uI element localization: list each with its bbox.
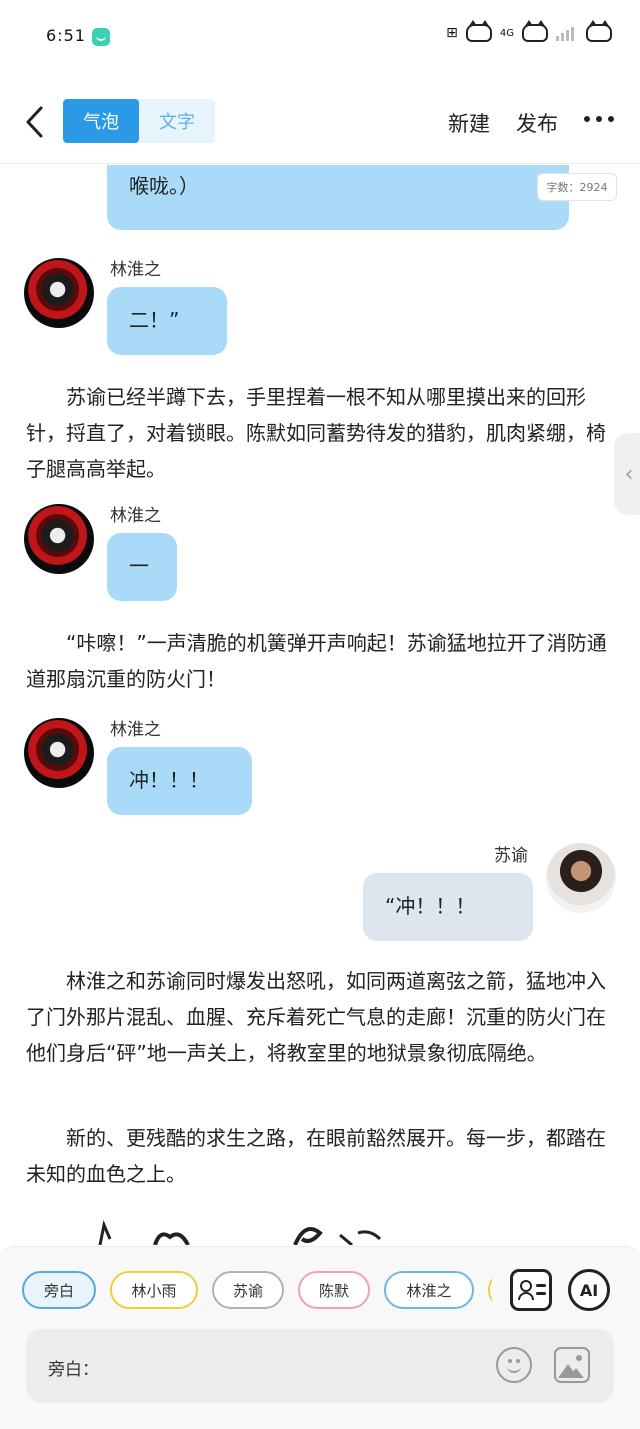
more-icon[interactable] [584, 116, 614, 126]
speaker-name: 苏谕 [494, 846, 528, 866]
role-chip-lin-xiaoyu[interactable]: 林小雨 [110, 1271, 198, 1309]
status-time: 6:51 [46, 26, 86, 45]
role-chips: 旁白 林小雨 苏谕 陈默 林淮之 [22, 1271, 492, 1311]
message-bubble[interactable]: “冲！！！ [363, 873, 533, 941]
role-chip-chen-mo[interactable]: 陈默 [298, 1271, 370, 1309]
avatar[interactable] [24, 504, 94, 574]
narration-paragraph[interactable]: 苏谕已经半蹲下去，手里捏着一根不知从哪里摸出来的回形针，捋直了，对着锁眼。陈默如… [26, 379, 614, 487]
message-text: 二……（他盯着后门的方向，心脏几乎要跳出喉咙。） [129, 174, 199, 198]
narration-paragraph[interactable]: “咔嚓！”一声清脆的机簧弹开声响起！苏谕猛地拉开了消防通道那扇沉重的防火门！ [26, 625, 614, 697]
status-icons: ⊞ 4G [446, 20, 612, 42]
message-bubble[interactable]: 二……（他盯着后门的方向，心脏几乎要跳出喉咙。） [107, 165, 569, 230]
top-bar: 气泡 文字 新建 发布 [0, 88, 640, 164]
back-arrow-icon [26, 106, 43, 138]
cat-icon [522, 20, 548, 42]
role-list-icon[interactable] [510, 1269, 552, 1311]
signal-icon [556, 25, 578, 41]
decorative-doodles [98, 1219, 382, 1245]
tab-text[interactable]: 文字 [139, 99, 215, 143]
avatar[interactable] [546, 843, 616, 913]
message-text: 一 [129, 554, 149, 578]
cat-icon [465, 20, 492, 42]
avatar[interactable] [24, 258, 94, 328]
chevron-left-icon: ‹ [624, 461, 634, 487]
speaker-name: 林淮之 [110, 260, 161, 280]
tab-bubble[interactable]: 气泡 [63, 99, 139, 143]
message-bubble[interactable]: 二！” [107, 287, 227, 355]
story-content[interactable]: 二……（他盯着后门的方向，心脏几乎要跳出喉咙。） 字数：2924 林淮之 二！”… [0, 165, 640, 1245]
role-chip-narrator[interactable]: 旁白 [22, 1271, 96, 1309]
image-icon[interactable] [554, 1347, 590, 1383]
status-bar: 6:51 ⊞ 4G [0, 0, 640, 70]
app-notification-icon [92, 28, 110, 46]
narration-paragraph[interactable]: 林淮之和苏谕同时爆发出怒吼，如同两道离弦之箭，猛地冲入了门外那片混乱、血腥、充斥… [26, 963, 614, 1071]
message-text: 二！” [129, 308, 180, 332]
battery-cat-icon [586, 20, 612, 42]
side-drawer-handle[interactable]: ‹ [614, 433, 640, 515]
role-chip-su-yu[interactable]: 苏谕 [212, 1271, 284, 1309]
role-chip-lin-huaizhi[interactable]: 林淮之 [384, 1271, 474, 1309]
ai-button[interactable]: AI [568, 1269, 610, 1311]
publish-button[interactable]: 发布 [516, 108, 558, 138]
input-role-label: 旁白： [48, 1360, 99, 1380]
speaker-name: 林淮之 [110, 720, 161, 740]
mode-switch: 气泡 文字 [63, 99, 215, 143]
text-input[interactable]: 旁白： [26, 1329, 614, 1403]
sim-icon: ⊞ [446, 25, 458, 41]
back-button[interactable] [18, 102, 50, 142]
message-text: “冲！！！ [385, 894, 476, 918]
message-text: 冲！！！ [129, 768, 209, 792]
emoji-icon[interactable] [496, 1347, 532, 1383]
speaker-name: 林淮之 [110, 506, 161, 526]
message-bubble[interactable]: 一 [107, 533, 177, 601]
network-label: 4G [499, 27, 514, 39]
narration-paragraph[interactable]: 新的、更残酷的求生之路，在眼前豁然展开。每一步，都踏在未知的血色之上。 [26, 1120, 614, 1192]
composer-panel: 旁白 林小雨 苏谕 陈默 林淮之 AI 旁白： [0, 1246, 640, 1429]
message-bubble[interactable]: 冲！！！ [107, 747, 252, 815]
word-count-badge: 字数：2924 [537, 173, 617, 201]
role-chip-more[interactable] [488, 1271, 492, 1309]
new-button[interactable]: 新建 [448, 108, 490, 138]
avatar[interactable] [24, 718, 94, 788]
